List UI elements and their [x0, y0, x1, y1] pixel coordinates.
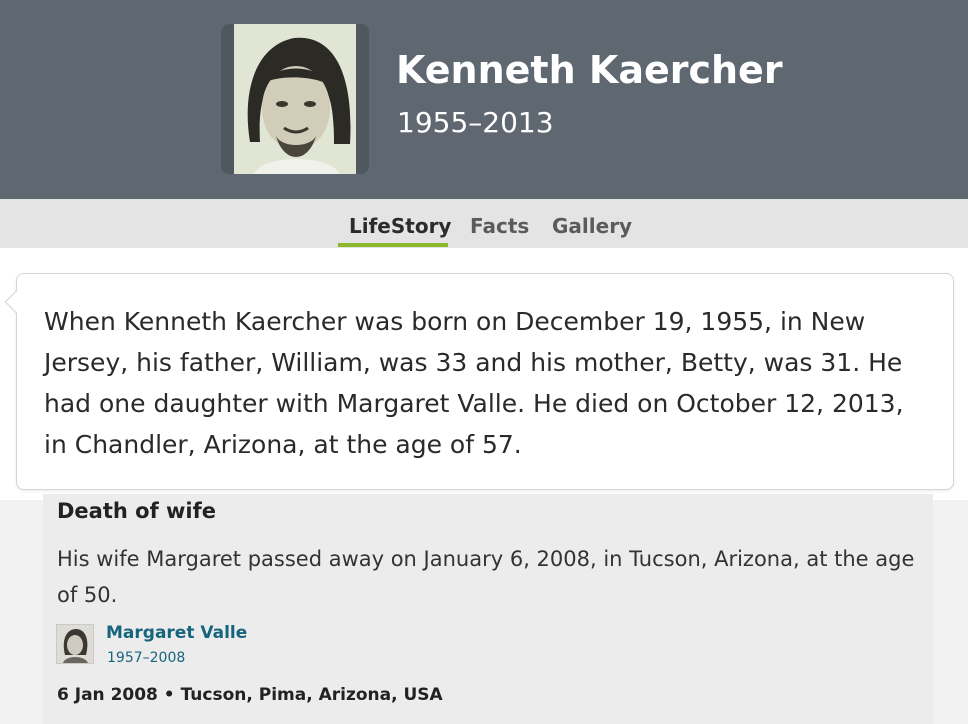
- life-story-text: When Kenneth Kaercher was born on Decemb…: [44, 307, 904, 459]
- event-date-place: 6 Jan 2008 • Tucson, Pima, Arizona, USA: [57, 685, 443, 705]
- profile-photo[interactable]: [234, 24, 356, 174]
- spouse-years: 1957–2008: [107, 650, 186, 666]
- person-years: 1955–2013: [397, 106, 554, 139]
- event-description: His wife Margaret passed away on January…: [57, 547, 915, 607]
- portrait-image: [234, 24, 356, 174]
- person-name: Kenneth Kaercher: [396, 48, 783, 92]
- life-story-card: When Kenneth Kaercher was born on Decemb…: [4, 273, 954, 490]
- spouse-photo[interactable]: [56, 624, 94, 664]
- tab-lifestory[interactable]: LifeStory: [349, 214, 451, 238]
- tab-bar: LifeStory Facts Gallery: [0, 199, 968, 248]
- timeline-event-card: Death of wife His wife Margaret passed a…: [43, 494, 933, 724]
- profile-photo-frame[interactable]: [221, 24, 369, 174]
- active-tab-indicator: [338, 243, 448, 247]
- spouse-name-link[interactable]: Margaret Valle: [106, 623, 247, 643]
- profile-header: Kenneth Kaercher 1955–2013: [0, 0, 968, 199]
- event-title: Death of wife: [57, 499, 216, 523]
- tab-facts[interactable]: Facts: [470, 214, 529, 238]
- tab-gallery[interactable]: Gallery: [552, 214, 632, 238]
- spouse-portrait-image: [57, 625, 93, 663]
